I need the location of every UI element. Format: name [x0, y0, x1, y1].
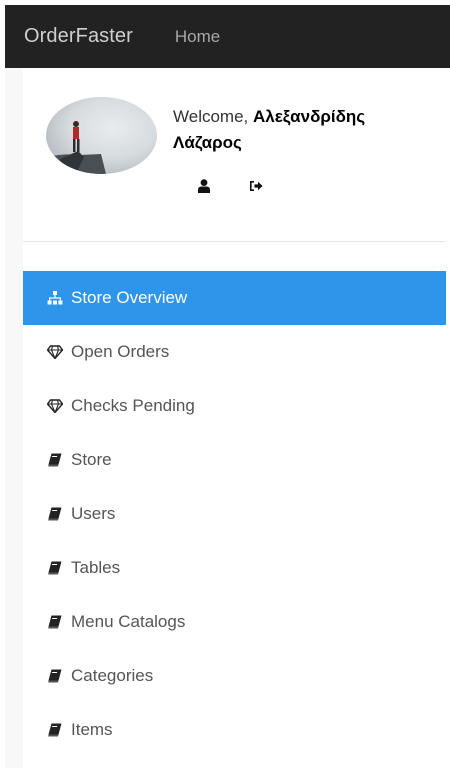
book-icon	[47, 614, 63, 630]
menu-item-categories[interactable]: Categories	[23, 649, 446, 703]
menu-item-tables[interactable]: Tables	[23, 541, 446, 595]
top-navbar: OrderFaster Home	[5, 5, 450, 68]
menu-item-users[interactable]: Users	[23, 487, 446, 541]
book-icon	[47, 452, 63, 468]
welcome-message: Welcome, Αλεξανδρίδης Λάζαρος	[173, 104, 438, 156]
menu-item-label: Items	[71, 720, 113, 739]
menu-item-menu-catalogs[interactable]: Menu Catalogs	[23, 595, 446, 649]
menu-item-label: Tables	[71, 558, 121, 577]
profile-section: Welcome, Αλεξανδρίδης Λάζαρος	[23, 68, 446, 242]
menu-item-open-orders[interactable]: Open Orders	[23, 325, 446, 379]
avatar-photo	[46, 121, 106, 174]
menu-item-store-overview[interactable]: Store Overview	[23, 271, 446, 325]
menu-item-items[interactable]: Items	[23, 703, 446, 757]
menu-item-checks-pending[interactable]: Checks Pending	[23, 379, 446, 433]
app-frame: OrderFaster Home Welcome, Αλεξανδρίδης Λ…	[0, 0, 450, 768]
menu-item-label: Open Orders	[71, 342, 170, 361]
diamond-icon	[47, 398, 63, 414]
brand-link[interactable]: OrderFaster	[24, 25, 133, 48]
sidebar: Welcome, Αλεξανδρίδης Λάζαρος Store Over…	[5, 68, 446, 768]
book-icon	[47, 506, 63, 522]
menu-item-store[interactable]: Store	[23, 433, 446, 487]
avatar	[46, 97, 157, 174]
book-icon	[47, 560, 63, 576]
welcome-prefix: Welcome,	[173, 107, 253, 126]
menu-item-label: Checks Pending	[71, 396, 195, 415]
sign-out-icon[interactable]	[247, 177, 265, 195]
menu-item-label: Categories	[71, 666, 154, 685]
sidebar-content: Welcome, Αλεξανδρίδης Λάζαρος Store Over…	[23, 68, 446, 768]
menu-item-label: Menu Catalogs	[71, 612, 186, 631]
sidebar-menu: Store Overview Open Orders Checks Pendin…	[23, 271, 446, 757]
profile-actions	[195, 176, 265, 196]
nav-home-link[interactable]: Home	[175, 27, 220, 47]
menu-item-label: Store Overview	[71, 288, 188, 307]
menu-item-label: Store	[71, 450, 112, 469]
book-icon	[47, 722, 63, 738]
user-icon[interactable]	[195, 177, 213, 195]
diamond-icon	[47, 344, 63, 360]
menu-item-label: Users	[71, 504, 116, 523]
book-icon	[47, 668, 63, 684]
sitemap-icon	[47, 290, 63, 306]
